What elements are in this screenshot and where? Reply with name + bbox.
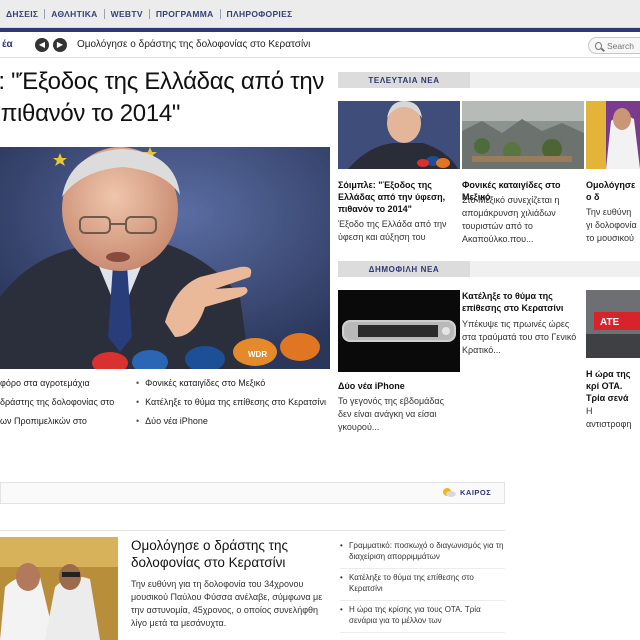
main-story-title-line1: ε: "Έξοδος της Ελλάδας από την	[0, 68, 325, 95]
news-ticker: έα ◀ ▶ Ομολόγησε ο δράστης της δολοφονία…	[0, 32, 640, 58]
search-icon[interactable]	[595, 41, 602, 50]
popular-thumb-1[interactable]	[338, 290, 460, 372]
latest-thumb-1[interactable]	[338, 101, 460, 169]
latest-item-2-desc: Στο Μεξικό συνεχίζεται η απομάκρυνση χιλ…	[462, 195, 560, 244]
weather-icon	[443, 488, 456, 497]
main-story-title[interactable]: ε: "Έξοδος της Ελλάδας από την , πιθανόν…	[0, 66, 330, 130]
main-story-image[interactable]: WDR	[0, 147, 330, 369]
list-item[interactable]: Γραμματικό: ποσκωχό ο διαγωνισμός για τη…	[340, 537, 505, 569]
weather-widget[interactable]: ΚΑΙΡΟΣ	[442, 487, 491, 497]
list-item[interactable]: ων Προπιμελικών στο	[0, 414, 130, 428]
protest-image: ΑΤΕ	[586, 290, 640, 358]
latest-thumb-2[interactable]	[462, 101, 584, 169]
latest-thumb-2-image	[462, 101, 584, 169]
popular-item-3-desc: Η αντιστροφη την άφιξη της	[586, 406, 639, 433]
left-link-list: φόρο στα αγροτεμάχια δράστης της δολοφον…	[0, 376, 130, 433]
featured-desc: Την ευθύνη για τη δολοφονία του 34χρονου…	[131, 579, 323, 628]
hero-photo: WDR	[0, 147, 330, 369]
featured-image[interactable]	[0, 537, 118, 640]
ticker-headline[interactable]: Ομολόγησε ο δράστης της δολοφονίας στο Κ…	[77, 39, 310, 50]
nav-item-sports[interactable]: ΑΘΛΗΤΙΚΑ	[45, 8, 105, 19]
latest-item-1-title[interactable]: Σόιμπλε: "Έξοδος της Ελλάδας από την ύφε…	[338, 179, 456, 215]
list-item[interactable]: Φονικές καταιγίδες στο Μεξικό	[136, 376, 336, 390]
nav-item-info[interactable]: ΠΛΗΡΟΦΟΡΙΕΣ	[221, 9, 299, 19]
svg-text:WDR: WDR	[248, 350, 267, 359]
ticker-prev-button[interactable]: ◀	[35, 37, 49, 52]
weather-bar	[0, 482, 505, 504]
popular-item-3-title[interactable]: Η ώρα της κρί ΟΤΑ. Τρία σενά μελλον των …	[586, 368, 640, 404]
list-item[interactable]: Δύο νέα iPhone	[136, 414, 336, 428]
iphone-image	[338, 290, 460, 372]
latest-item-1-desc: Έξοδο της Ελλάδα από την ύφεση και αύξησ…	[338, 219, 447, 242]
page: ΔΗΣΕΙΣ ΑΘΛΗΤΙΚΑ WEBTV ΠΡΟΓΡΑΜΜΑ ΠΛΗΡΟΦΟΡ…	[0, 0, 640, 640]
list-item[interactable]: Κατέληξε το θύμα της επίθεσης στο Κερατσ…	[340, 569, 505, 601]
latest-item-3-desc: Την ευθύνη γι δολοφονία το μουσικού Παύ	[586, 207, 637, 243]
arrow-right-icon: ▶	[56, 40, 64, 49]
list-item[interactable]: δράστης της δολοφονίας στο	[0, 395, 130, 409]
nav-item-webtv[interactable]: WEBTV	[105, 8, 150, 19]
banner-text: ΑΤΕ	[600, 317, 620, 328]
featured-title[interactable]: Ομολόγησε ο δράστης της δολοφονίας στο Κ…	[131, 537, 331, 571]
popular-item-2-title[interactable]: Κατέληξε το θύμα της επίθεσης στο Κερατσ…	[462, 290, 582, 314]
list-item[interactable]: Η ώρα της κρίσης για τους ΟΤΑ. Τρία σενά…	[340, 601, 505, 633]
search-box[interactable]	[588, 37, 640, 54]
search-input[interactable]	[607, 40, 640, 51]
latest-thumb-3-image	[586, 101, 640, 169]
latest-news-tab[interactable]: ΤΕΛΕΥΤΑΙΑ ΝΕΑ	[338, 72, 470, 88]
weather-label: ΚΑΙΡΟΣ	[460, 487, 492, 497]
popular-thumb-3[interactable]: ΑΤΕ	[586, 290, 640, 358]
latest-item-3-title[interactable]: Ομολόγησε ο δ δολοφονίας σ	[586, 179, 640, 203]
related-link-list: Φονικές καταιγίδες στο Μεξικό Κατέληξε τ…	[136, 376, 336, 433]
featured-photo	[0, 537, 118, 640]
side-link-list: Γραμματικό: ποσκωχό ο διαγωνισμός για τη…	[340, 537, 505, 633]
list-item[interactable]: Κατέληξε το θύμα της επίθεσης στο Κερατσ…	[136, 395, 336, 409]
list-item[interactable]: φόρο στα αγροτεμάχια	[0, 376, 130, 390]
latest-thumb-3[interactable]	[586, 101, 640, 169]
nav-item-program[interactable]: ΠΡΟΓΡΑΜΜΑ	[150, 8, 221, 19]
ticker-next-button[interactable]: ▶	[53, 37, 67, 52]
latest-thumb-1-image	[338, 101, 460, 169]
popular-item-1-desc: Το γεγονός της εβδομάδας δεν είναι ανάγκ…	[338, 396, 444, 432]
popular-item-1-title[interactable]: Δύο νέα iPhone	[338, 380, 458, 392]
main-story-title-line2: , πιθανόν το 2014"	[0, 100, 181, 127]
ticker-label: έα	[2, 39, 13, 50]
nav-item-news[interactable]: ΔΗΣΕΙΣ	[0, 8, 46, 19]
arrow-left-icon: ◀	[38, 40, 46, 49]
popular-news-tab[interactable]: ΔΗΜΟΦΙΛΗ ΝΕΑ	[338, 261, 470, 277]
popular-item-2-desc: Υπέκυψε τις πρωινές ώρες στα τραύματά το…	[462, 319, 577, 355]
top-navigation: ΔΗΣΕΙΣ ΑΘΛΗΤΙΚΑ WEBTV ΠΡΟΓΡΑΜΜΑ ΠΛΗΡΟΦΟΡ…	[0, 0, 640, 28]
